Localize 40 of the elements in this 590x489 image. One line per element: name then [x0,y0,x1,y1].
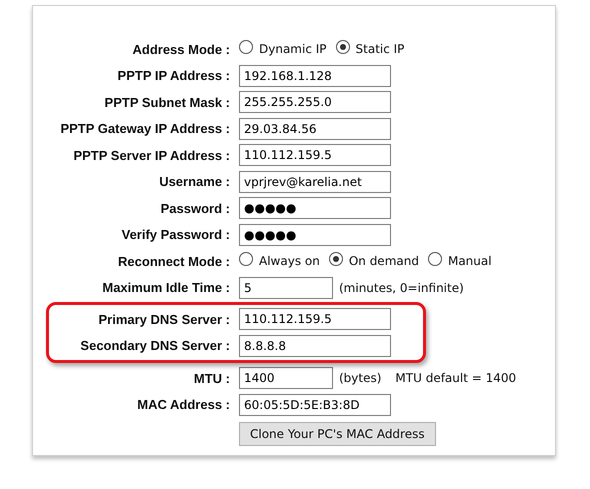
input-field[interactable]: 29.03.84.56 [239,118,391,140]
password-field[interactable]: ●●●●● [239,224,391,246]
password-field[interactable]: ●●●●● [239,197,391,220]
input-field[interactable]: 5 [239,276,333,299]
field-note: MTU default = 1400 [395,371,516,386]
radio-button[interactable] [428,252,442,266]
field-label: Address Mode : [131,42,230,57]
radio-button[interactable] [239,252,253,266]
radio-label: On demand [348,254,419,268]
clone-mac-button[interactable]: Clone Your PC's MAC Address [239,422,436,446]
radio-button[interactable] [328,252,343,266]
input-field[interactable]: 192.168.1.128 [239,64,391,87]
field-label: MTU : [192,370,230,386]
field-label: Secondary DNS Server : [79,338,230,354]
radio-label: Always on [259,254,320,268]
field-label: Verify Password : [120,227,230,242]
input-field[interactable]: 110.112.159.5 [239,144,391,166]
field-label: PPTP Subnet Mask : [104,94,230,110]
radio-label: Static IP [356,42,404,56]
input-field[interactable]: 60:05:5D:5E:B3:8D [239,394,391,416]
field-label: Reconnect Mode : [117,254,230,269]
field-note: (minutes, 0=infinite) [339,280,464,295]
input-field[interactable]: 255.255.255.0 [239,91,391,114]
field-label: Password : [160,200,230,216]
field-label: Maximum Idle Time : [101,280,230,296]
input-field[interactable]: vprjrev@karelia.net [239,170,391,193]
radio-label: Dynamic IP [259,42,327,56]
field-label: MAC Address : [136,397,230,412]
radio-label: Manual [448,254,492,268]
input-field[interactable]: 110.112.159.5 [239,308,391,330]
field-label: Primary DNS Server : [97,312,230,327]
input-field[interactable]: 8.8.8.8 [239,334,391,357]
input-field[interactable]: 1400 [239,367,333,390]
radio-button[interactable] [336,40,350,54]
field-note: (bytes) [339,371,382,386]
field-label: PPTP IP Address : [116,68,230,84]
field-label: PPTP Server IP Address : [72,148,230,163]
radio-button[interactable] [239,40,253,54]
field-label: Username : [158,174,230,190]
field-label: PPTP Gateway IP Address : [59,121,230,136]
